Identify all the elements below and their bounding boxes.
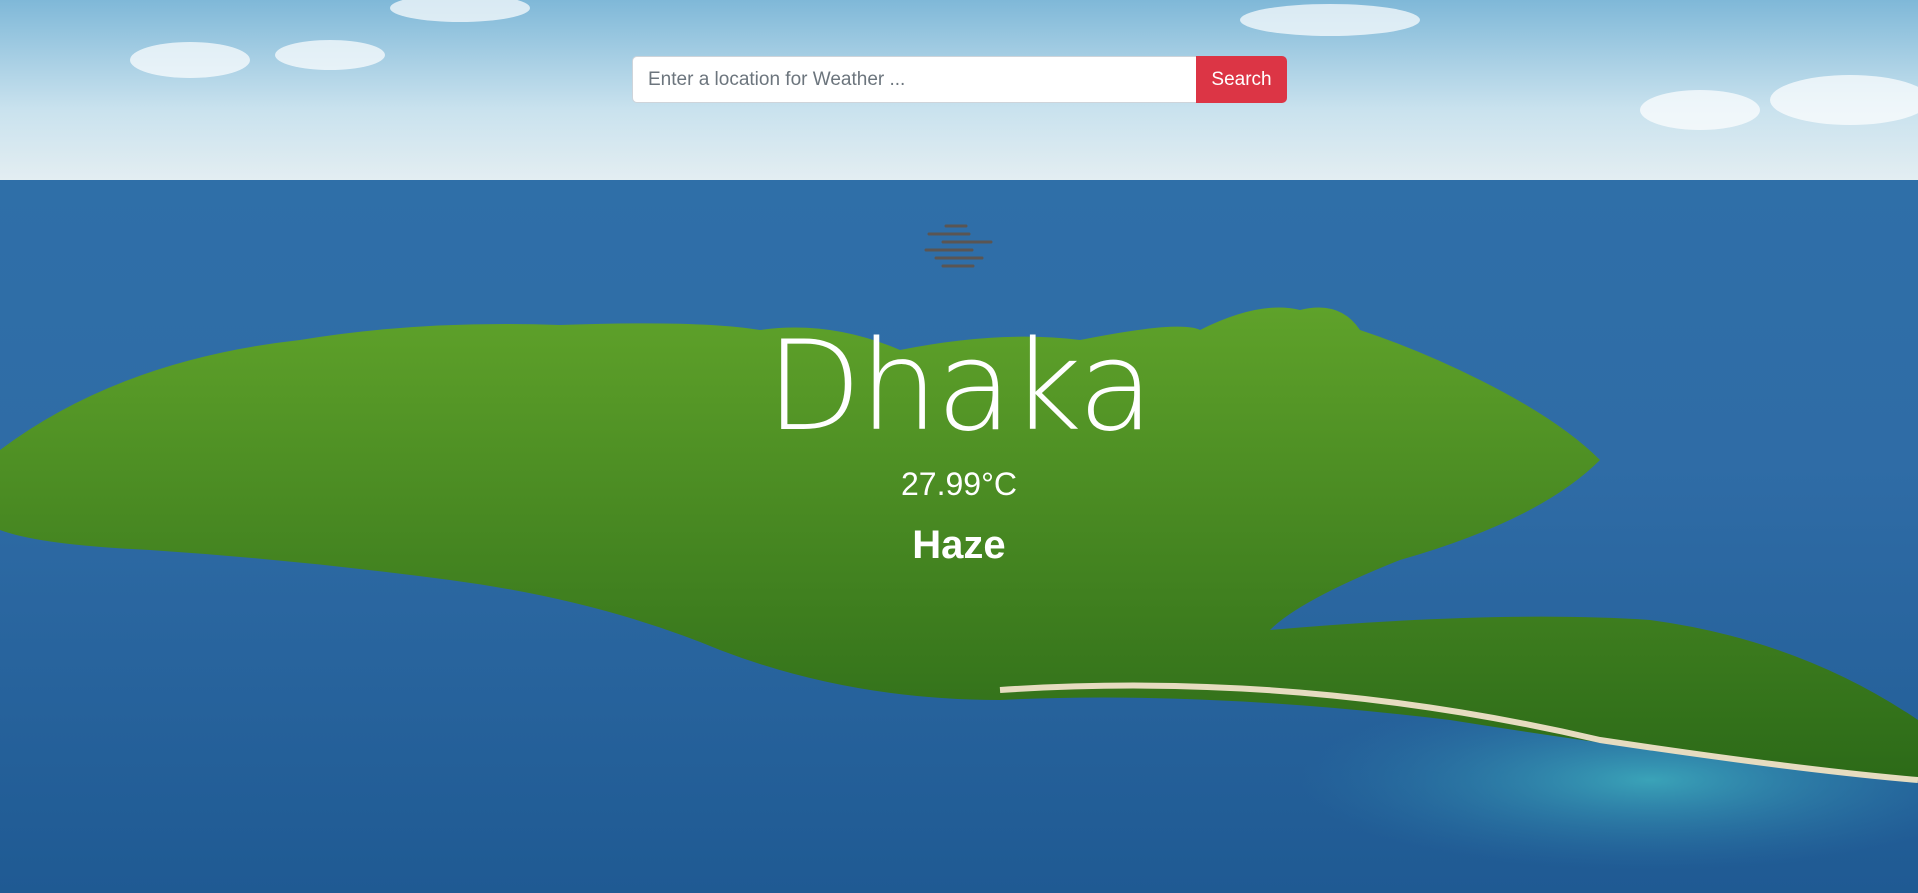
temperature: 27.99°C — [901, 466, 1017, 502]
search-form: Search — [632, 56, 1287, 103]
search-button[interactable]: Search — [1196, 56, 1287, 103]
weather-condition: Haze — [912, 523, 1006, 567]
location-search-input[interactable] — [632, 56, 1196, 103]
haze-icon — [924, 224, 993, 268]
city-name: Dhaka — [766, 315, 1154, 459]
